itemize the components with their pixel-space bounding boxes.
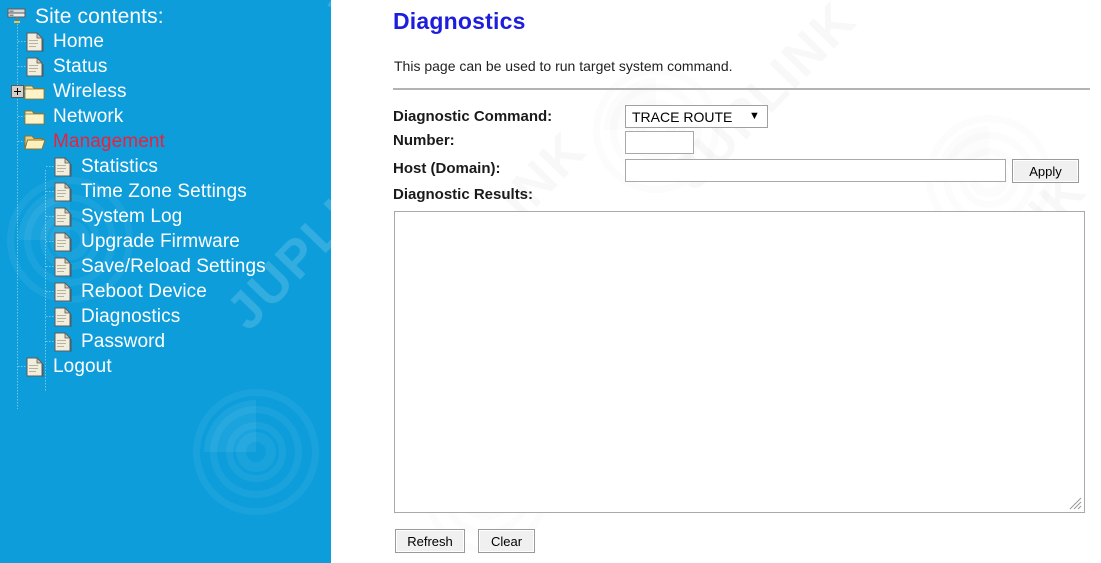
page-description: This page can be used to run target syst… [394, 58, 733, 74]
folder-open-icon [24, 132, 46, 152]
refresh-button[interactable]: Refresh [395, 529, 465, 553]
page-icon [24, 31, 46, 52]
diagnostic-results-textarea[interactable] [394, 211, 1085, 513]
divider [393, 88, 1090, 90]
sidebar-item-time-zone-settings[interactable]: Time Zone Settings [0, 179, 331, 204]
page-icon [52, 331, 74, 352]
clear-button[interactable]: Clear [478, 529, 535, 553]
label-host: Host (Domain): [393, 160, 501, 177]
page-title: Diagnostics [393, 8, 526, 34]
sidebar-item-label: Management [53, 130, 165, 152]
sidebar-item-label: Status [53, 55, 108, 77]
page-icon [24, 356, 46, 377]
number-input[interactable] [625, 131, 694, 154]
sidebar-item-label: Password [81, 330, 166, 352]
sidebar-root[interactable]: Site contents: [0, 4, 331, 29]
host-domain-input[interactable] [625, 159, 1006, 182]
label-diagnostic-results: Diagnostic Results: [393, 186, 534, 203]
sidebar-item-label: Save/Reload Settings [81, 255, 266, 277]
page-icon [52, 256, 74, 277]
folder-icon [24, 107, 46, 127]
main-content: JUPLINK JUPLINK JUPLINK JUPLINK Diagnost… [331, 0, 1101, 563]
folder-icon [24, 82, 46, 102]
expand-toggle-icon[interactable] [11, 85, 24, 98]
sidebar-item-home[interactable]: Home [0, 29, 331, 54]
sidebar-item-label: Diagnostics [81, 305, 181, 327]
sidebar-item-status[interactable]: Status [0, 54, 331, 79]
watermark-text: JUPLINK [971, 0, 1101, 12]
page-icon [52, 206, 74, 227]
sidebar-item-save-reload-settings[interactable]: Save/Reload Settings [0, 254, 331, 279]
sidebar-item-diagnostics[interactable]: Diagnostics [0, 304, 331, 329]
sidebar-item-label: Home [53, 30, 105, 52]
sidebar-item-statistics[interactable]: Statistics [0, 154, 331, 179]
label-number: Number: [393, 132, 455, 149]
page-icon [52, 156, 74, 177]
sidebar: JUPLINK JUPLINK Site contents: [0, 0, 331, 563]
sidebar-item-label: Statistics [81, 155, 159, 177]
sidebar-item-logout[interactable]: Logout [0, 354, 331, 379]
sidebar-tree: Home Status Wireless Network Management Stati… [0, 29, 331, 379]
server-icon [6, 7, 28, 27]
watermark-logo-icon [193, 389, 319, 515]
sidebar-item-label: Time Zone Settings [81, 180, 247, 202]
sidebar-item-label: System Log [81, 205, 183, 227]
page-icon [52, 181, 74, 202]
page-icon [24, 56, 46, 77]
sidebar-item-label: Upgrade Firmware [81, 230, 240, 252]
sidebar-item-management[interactable]: Management [0, 129, 331, 154]
sidebar-item-upgrade-firmware[interactable]: Upgrade Firmware [0, 229, 331, 254]
sidebar-item-label: Logout [53, 355, 112, 377]
page-icon [52, 306, 74, 327]
sidebar-item-password[interactable]: Password [0, 329, 331, 354]
sidebar-item-wireless[interactable]: Wireless [0, 79, 331, 104]
sidebar-item-label: Network [53, 105, 124, 127]
sidebar-item-label: Wireless [53, 80, 127, 102]
sidebar-item-reboot-device[interactable]: Reboot Device [0, 279, 331, 304]
apply-button[interactable]: Apply [1012, 159, 1079, 183]
sidebar-item-label: Reboot Device [81, 280, 207, 302]
sidebar-root-label: Site contents: [35, 4, 164, 28]
sidebar-item-system-log[interactable]: System Log [0, 204, 331, 229]
diagnostic-command-select[interactable]: TRACE ROUTE [625, 105, 768, 128]
page-icon [52, 281, 74, 302]
sidebar-item-network[interactable]: Network [0, 104, 331, 129]
page-icon [52, 231, 74, 252]
label-diagnostic-command: Diagnostic Command: [393, 108, 553, 125]
